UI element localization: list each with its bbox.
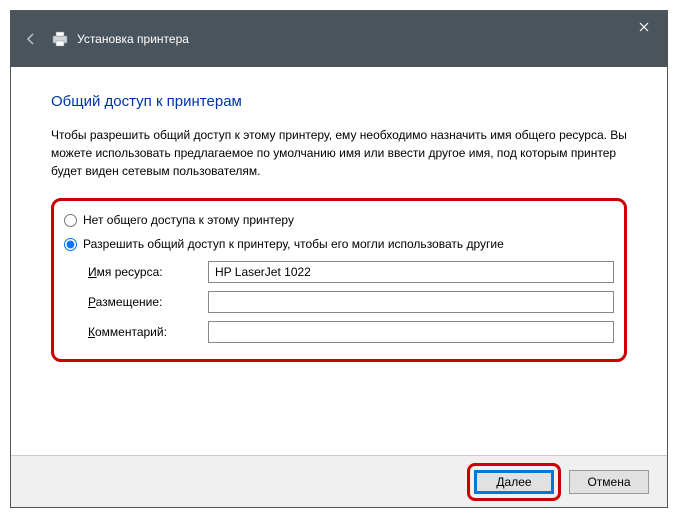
back-icon[interactable] (11, 31, 51, 47)
printer-wizard-window: Установка принтера Общий доступ к принте… (10, 10, 668, 508)
printer-icon (51, 31, 69, 47)
comment-input[interactable] (208, 321, 614, 343)
resource-name-row: Имя ресурса: (88, 261, 614, 283)
location-label: Размещение: (88, 295, 208, 309)
footer-bar: Далее Отмена (11, 455, 667, 507)
radio-share-input[interactable] (64, 238, 77, 251)
next-button-highlight: Далее (467, 463, 561, 501)
resource-name-input[interactable] (208, 261, 614, 283)
location-input[interactable] (208, 291, 614, 313)
close-icon[interactable] (621, 11, 667, 43)
resource-name-label: Имя ресурса: (88, 265, 208, 279)
radio-no-share[interactable]: Нет общего доступа к этому принтеру (64, 213, 614, 227)
comment-row: Комментарий: (88, 321, 614, 343)
titlebar: Установка принтера (11, 11, 667, 67)
radio-share[interactable]: Разрешить общий доступ к принтеру, чтобы… (64, 237, 614, 251)
page-description: Чтобы разрешить общий доступ к этому при… (51, 126, 627, 180)
sharing-options-group: Нет общего доступа к этому принтеру Разр… (51, 198, 627, 362)
location-row: Размещение: (88, 291, 614, 313)
radio-no-share-label: Нет общего доступа к этому принтеру (83, 213, 294, 227)
content-area: Общий доступ к принтерам Чтобы разрешить… (11, 67, 667, 455)
radio-share-label: Разрешить общий доступ к принтеру, чтобы… (83, 237, 504, 251)
cancel-button[interactable]: Отмена (569, 470, 649, 494)
page-heading: Общий доступ к принтерам (51, 93, 627, 110)
comment-label: Комментарий: (88, 325, 208, 339)
window-title: Установка принтера (77, 32, 189, 46)
next-button[interactable]: Далее (474, 470, 554, 494)
radio-no-share-input[interactable] (64, 214, 77, 227)
